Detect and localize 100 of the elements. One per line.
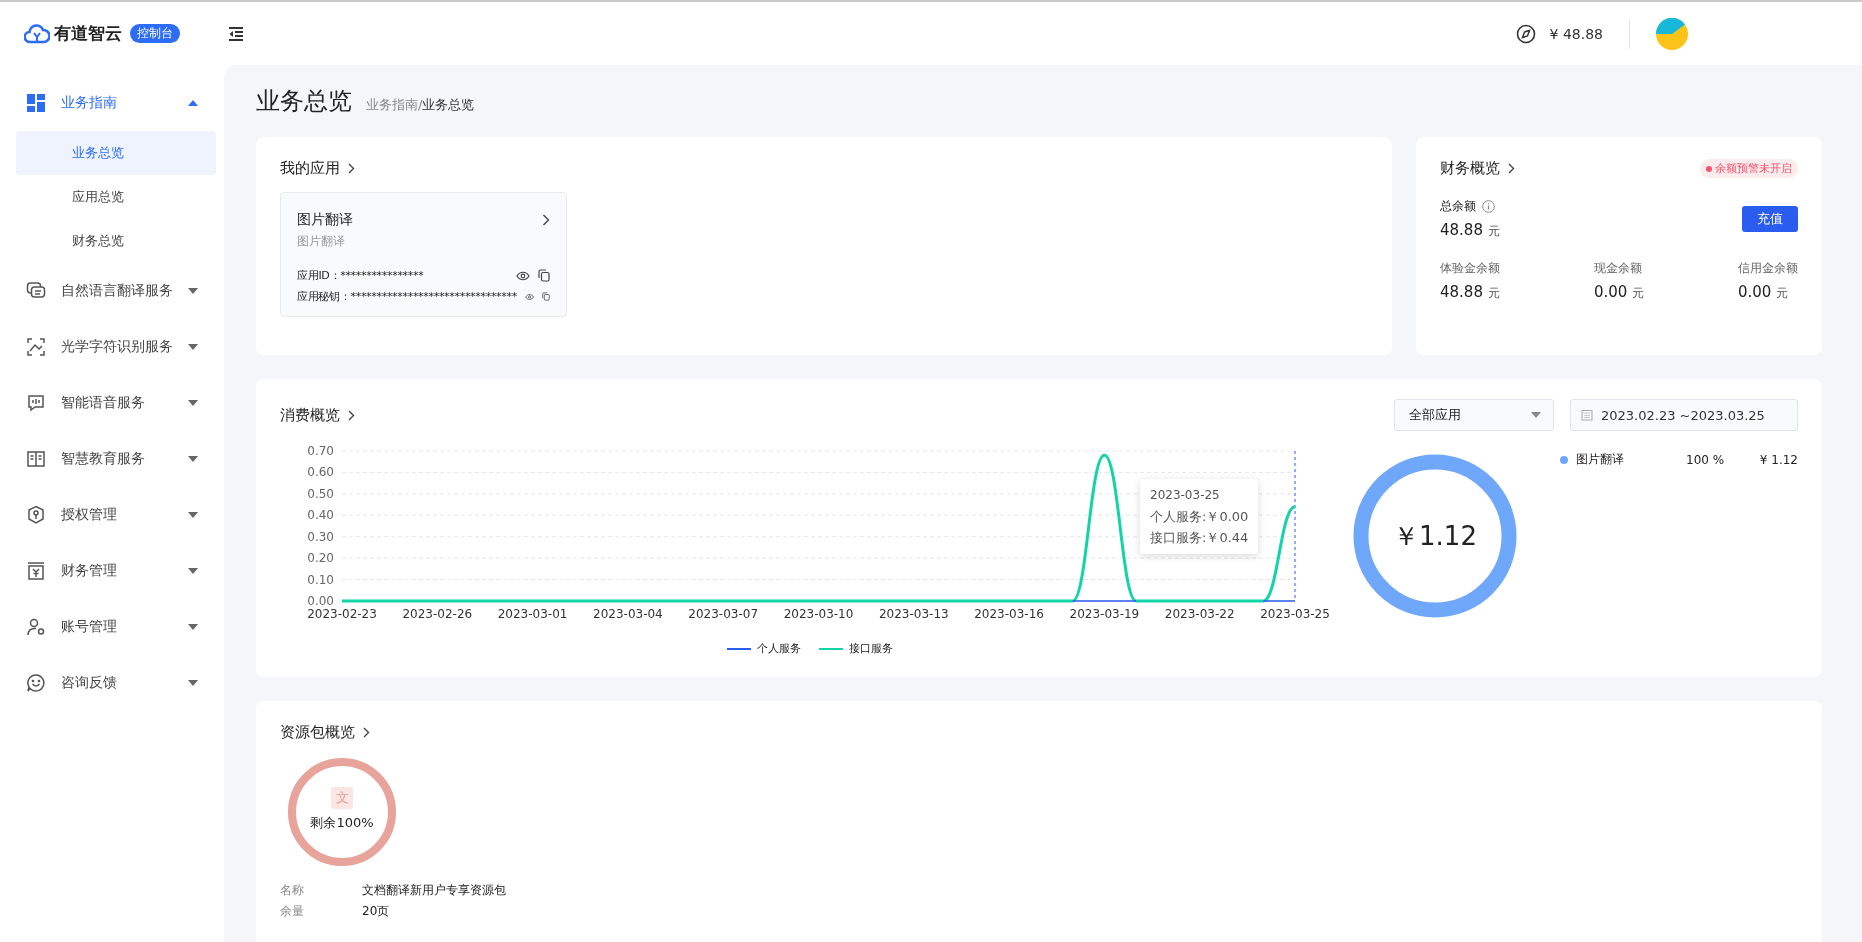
sidebar-item[interactable]: 智慧教育服务 <box>0 431 224 487</box>
sidebar-item[interactable]: 业务指南 <box>0 75 224 131</box>
shield-icon <box>26 505 46 525</box>
donut-total: ￥1.12 <box>1393 519 1477 553</box>
tooltip-date: 2023-03-25 <box>1150 487 1221 504</box>
x-tick-label: 2023-03-25 <box>1260 607 1330 621</box>
copy-icon[interactable] <box>538 269 550 282</box>
balance-label: 体验金余额 <box>1440 260 1500 277</box>
menu-collapse-icon[interactable] <box>228 26 244 41</box>
balance-label: 现金余额 <box>1593 260 1643 277</box>
calendar-icon <box>1581 409 1593 421</box>
y-tick-label: 0.30 <box>307 529 334 544</box>
caret-icon <box>188 456 198 462</box>
app-card[interactable]: 图片翻译 图片翻译 应用ID：**************** 应用秘钥：******************************** <box>280 192 567 317</box>
y-tick-label: 0.20 <box>307 551 334 566</box>
chevron-right-icon[interactable] <box>348 409 355 421</box>
section-title-link[interactable]: 财务概览 <box>1440 159 1500 178</box>
balance-value: 0.00 元 <box>1593 283 1645 302</box>
y-tick-label: 0.40 <box>307 508 334 523</box>
caret-icon <box>188 100 198 106</box>
x-tick-label: 2023-03-04 <box>593 607 663 621</box>
chevron-right-icon[interactable] <box>1508 163 1515 174</box>
sidebar-item[interactable]: 授权管理 <box>0 487 224 543</box>
caret-icon <box>188 400 198 406</box>
brand-name: 有道智云 <box>54 22 122 45</box>
warning-tag: 余额预警未开启 <box>1700 159 1798 178</box>
app-subtitle: 图片翻译 <box>297 233 346 250</box>
legend-item[interactable]: 个人服务 <box>727 641 801 656</box>
user-icon <box>26 617 46 637</box>
tooltip-line: 个人服务:￥0.00 <box>1150 508 1249 526</box>
section-title-link[interactable]: 资源包概览 <box>280 723 355 742</box>
legend-percent: 100 % <box>1686 452 1726 467</box>
legend-item[interactable]: 接口服务 <box>819 641 893 656</box>
x-tick-label: 2023-03-16 <box>974 607 1044 621</box>
chat-icon <box>26 281 46 301</box>
grid-icon <box>26 93 46 113</box>
balance-amount: ¥ 48.88 <box>1549 25 1603 42</box>
tooltip-line: 接口服务:￥0.44 <box>1150 529 1249 547</box>
section-title-link[interactable]: 我的应用 <box>280 159 340 178</box>
chevron-right-icon[interactable] <box>542 214 550 226</box>
x-tick-label: 2023-03-13 <box>878 607 949 621</box>
x-tick-label: 2023-03-19 <box>1069 607 1140 621</box>
caret-icon <box>188 680 198 686</box>
smile-icon <box>26 673 46 693</box>
legend-name: 图片翻译 <box>1576 451 1625 468</box>
section-title-link[interactable]: 消费概览 <box>280 405 340 425</box>
field-value: 20页 <box>362 903 390 920</box>
total-balance-label: 总余额 <box>1440 198 1476 215</box>
credential-text: 应用秘钥：******************************** <box>297 289 517 304</box>
voice-icon <box>26 393 46 413</box>
y-tick-label: 0.60 <box>307 465 334 480</box>
y-tick-label: 0.50 <box>307 486 334 501</box>
caret-down-icon <box>1531 412 1541 418</box>
sidebar-item[interactable]: 智能语音服务 <box>0 375 224 431</box>
eye-icon[interactable] <box>516 270 530 281</box>
sidebar-item[interactable]: 账号管理 <box>0 599 224 655</box>
balance-label: 信用金余额 <box>1738 260 1798 277</box>
info-icon[interactable] <box>1482 200 1495 213</box>
scan-icon <box>26 337 46 357</box>
console-badge: 控制台 <box>130 24 180 43</box>
field-label: 名称 <box>280 882 305 899</box>
sidebar-item[interactable]: 财务管理 <box>0 543 224 599</box>
page-title: 业务总览 <box>256 86 352 117</box>
total-balance-value: 48.88 元 <box>1440 221 1500 240</box>
y-tick-label: 0.70 <box>307 444 334 458</box>
field-label: 余量 <box>280 903 305 920</box>
yen-icon <box>26 561 46 581</box>
sidebar-subitem[interactable]: 应用总览 <box>16 175 216 219</box>
sidebar-subitem[interactable]: 财务总览 <box>16 219 216 263</box>
compass-icon[interactable] <box>1515 23 1536 44</box>
chevron-right-icon[interactable] <box>363 727 370 738</box>
remaining-percent: 剩余100% <box>309 814 375 832</box>
sidebar-item[interactable]: 自然语言翻译服务 <box>0 263 224 319</box>
eye-icon[interactable] <box>524 291 535 302</box>
y-tick-label: 0.00 <box>307 594 334 608</box>
cloud-logo-icon <box>24 22 50 45</box>
app-name: 图片翻译 <box>297 211 353 229</box>
x-tick-label: 2023-02-26 <box>402 607 473 621</box>
caret-icon <box>188 512 198 518</box>
document-badge-icon: 文 <box>331 787 353 809</box>
sidebar-subitem[interactable]: 业务总览 <box>16 131 216 175</box>
recharge-button[interactable]: 充值 <box>1742 206 1798 232</box>
legend-amount: ¥ 1.12 <box>1759 452 1798 467</box>
book-icon <box>26 449 46 469</box>
x-tick-label: 2023-03-01 <box>497 607 568 621</box>
field-value: 文档翻译新用户专享资源包 <box>362 882 506 899</box>
y-tick-label: 0.10 <box>307 572 334 587</box>
chevron-right-icon[interactable] <box>348 163 355 174</box>
breadcrumb: 业务指南/业务总览 <box>366 96 475 114</box>
sidebar-item[interactable]: 咨询反馈 <box>0 655 224 711</box>
caret-icon <box>188 624 198 630</box>
date-range-field[interactable]: 2023.02.23 ~2023.03.25 <box>1570 399 1798 431</box>
balance-value: 0.00 元 <box>1738 283 1790 302</box>
x-tick-label: 2023-03-10 <box>783 607 854 621</box>
x-tick-label: 2023-03-07 <box>688 607 759 621</box>
caret-icon <box>188 288 198 294</box>
x-tick-label: 2023-03-22 <box>1164 607 1235 621</box>
sidebar-item[interactable]: 光学字符识别服务 <box>0 319 224 375</box>
app-select[interactable]: 全部应用 <box>1394 399 1554 431</box>
caret-icon <box>188 568 198 574</box>
